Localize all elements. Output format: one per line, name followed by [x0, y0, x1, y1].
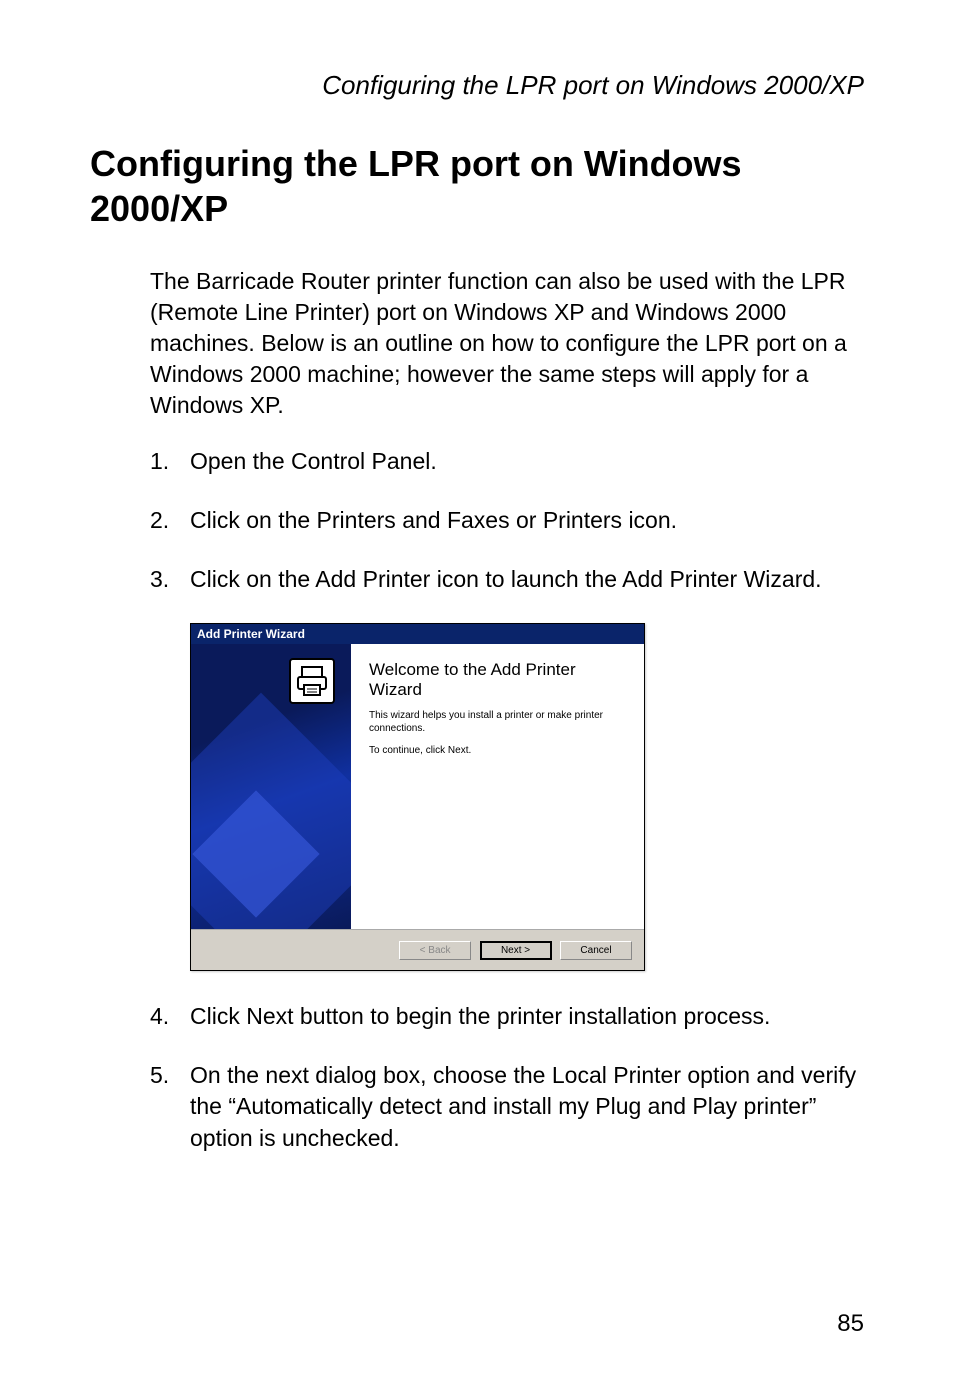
step-number: 2.: [150, 505, 190, 536]
wizard-footer: < Back Next > Cancel: [191, 929, 644, 970]
wizard-body: Welcome to the Add Printer Wizard This w…: [191, 644, 644, 929]
step-1: 1. Open the Control Panel.: [150, 446, 864, 477]
wizard-description: This wizard helps you install a printer …: [369, 709, 626, 735]
step-text: Open the Control Panel.: [190, 446, 864, 477]
step-number: 1.: [150, 446, 190, 477]
next-button[interactable]: Next >: [480, 941, 552, 960]
step-3: 3. Click on the Add Printer icon to laun…: [150, 564, 864, 595]
step-text: Click Next button to begin the printer i…: [190, 1001, 864, 1032]
page-number: 85: [837, 1310, 864, 1338]
steps-list: 1. Open the Control Panel. 2. Click on t…: [150, 446, 864, 595]
step-text: Click on the Add Printer icon to launch …: [190, 564, 864, 595]
step-text: On the next dialog box, choose the Local…: [190, 1060, 864, 1153]
intro-paragraph: The Barricade Router printer function ca…: [150, 266, 864, 421]
page-title: Configuring the LPR port on Windows 2000…: [90, 141, 864, 231]
running-header: Configuring the LPR port on Windows 2000…: [90, 70, 864, 101]
wizard-window: Add Printer Wizard Welcome to the Add Pr…: [190, 623, 645, 971]
printer-icon: [289, 658, 335, 704]
wizard-titlebar: Add Printer Wizard: [191, 624, 644, 644]
add-printer-wizard-screenshot: Add Printer Wizard Welcome to the Add Pr…: [190, 623, 864, 971]
step-5: 5. On the next dialog box, choose the Lo…: [150, 1060, 864, 1153]
wizard-sidebar-graphic: [191, 644, 351, 929]
wizard-content: Welcome to the Add Printer Wizard This w…: [351, 644, 644, 929]
step-number: 5.: [150, 1060, 190, 1153]
back-button: < Back: [399, 941, 471, 960]
step-4: 4. Click Next button to begin the printe…: [150, 1001, 864, 1032]
step-2: 2. Click on the Printers and Faxes or Pr…: [150, 505, 864, 536]
wizard-welcome-heading: Welcome to the Add Printer Wizard: [369, 660, 626, 699]
step-number: 3.: [150, 564, 190, 595]
wizard-continue-text: To continue, click Next.: [369, 745, 626, 756]
steps-list-continued: 4. Click Next button to begin the printe…: [150, 1001, 864, 1153]
cancel-button[interactable]: Cancel: [560, 941, 632, 960]
step-text: Click on the Printers and Faxes or Print…: [190, 505, 864, 536]
step-number: 4.: [150, 1001, 190, 1032]
